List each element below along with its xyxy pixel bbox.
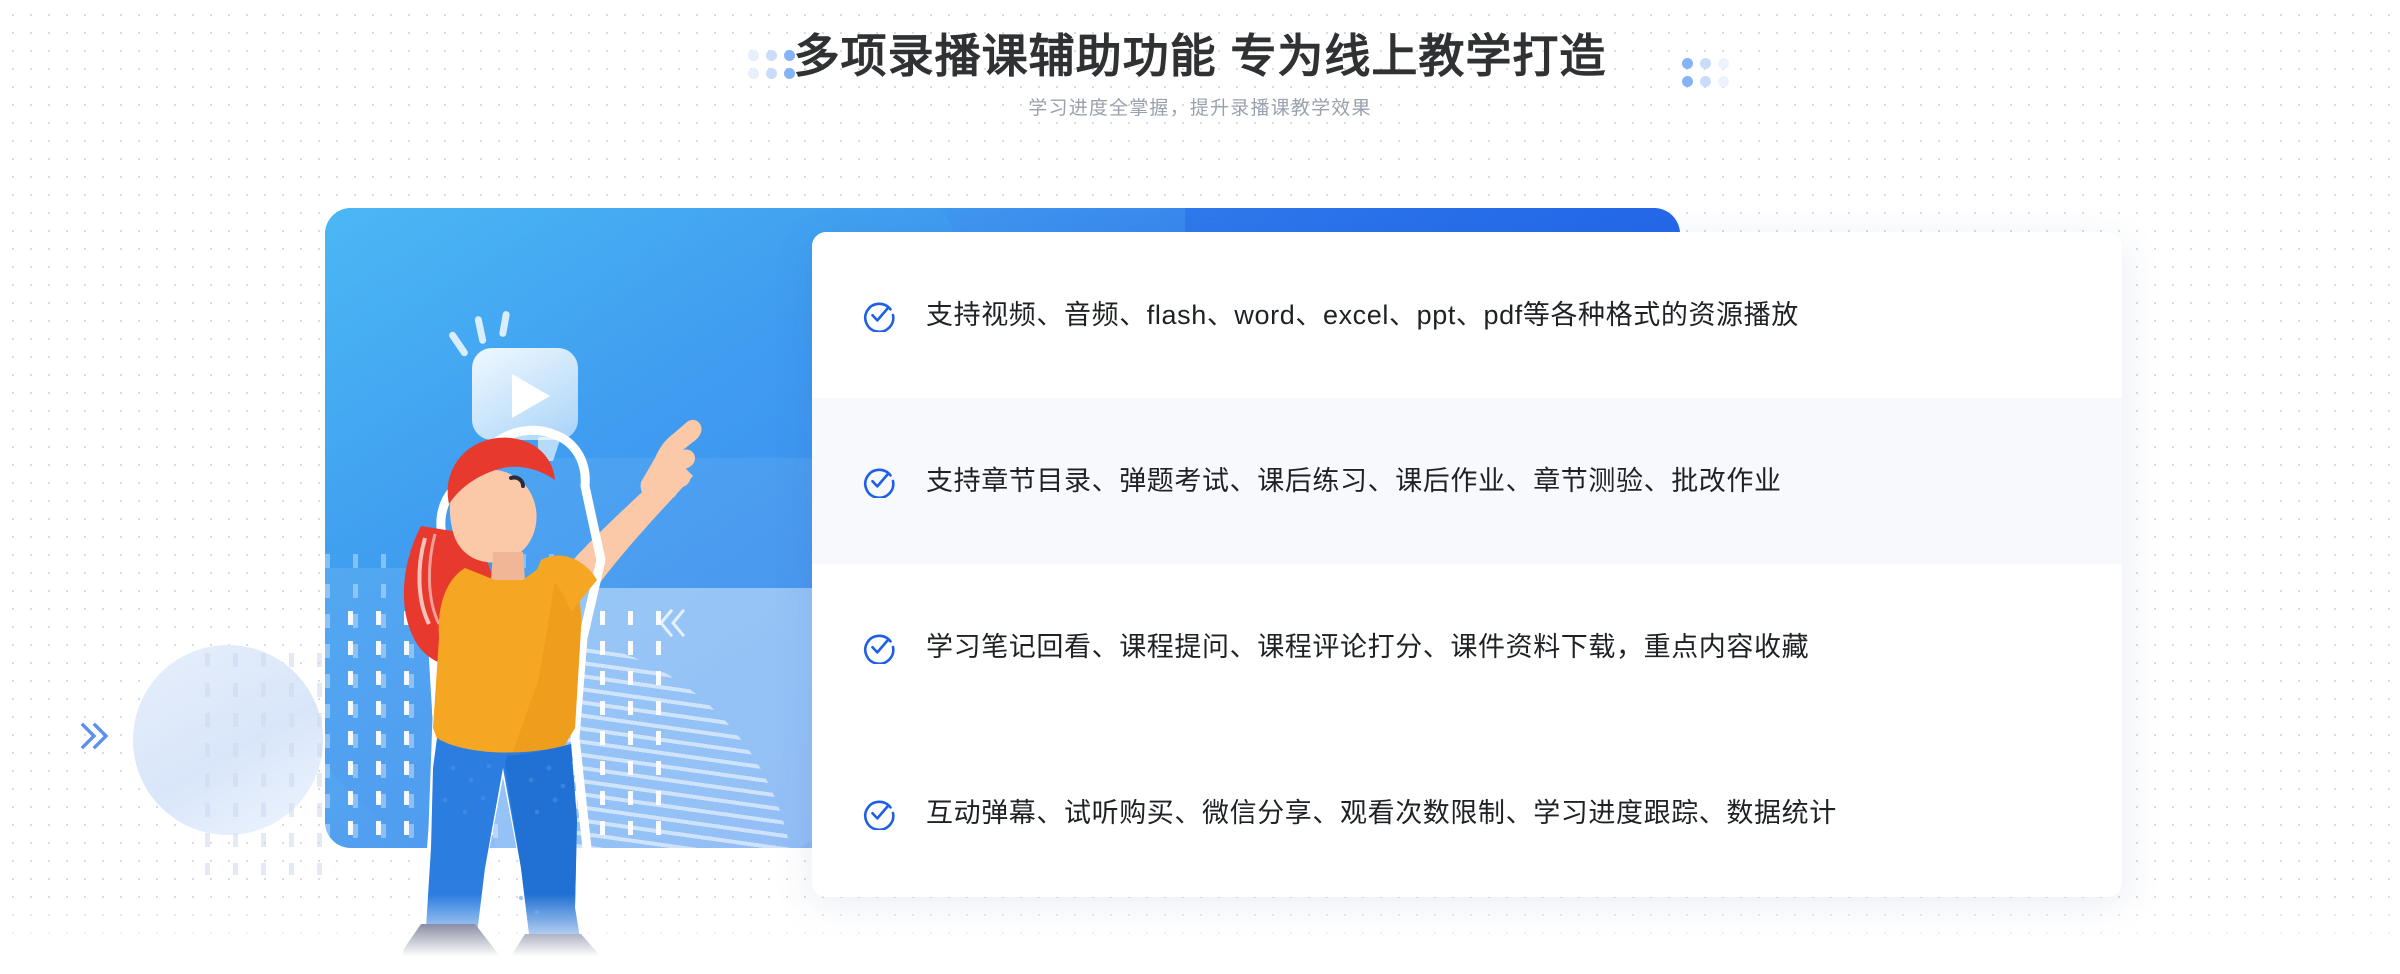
- feature-row[interactable]: 支持视频、音频、flash、word、excel、ppt、pdf等各种格式的资源…: [812, 232, 2122, 398]
- figure-neck: [491, 552, 525, 580]
- dot: [1682, 76, 1693, 87]
- dot: [1718, 58, 1729, 69]
- decorative-dash-pattern: [205, 645, 345, 875]
- page-root: 多项录播课辅助功能 专为线上教学打造 学习进度全掌握，提升录播课教学效果 支持视…: [0, 0, 2400, 974]
- feature-text: 支持章节目录、弹题考试、课后练习、课后作业、章节测验、批改作业: [926, 466, 1782, 496]
- dot: [1718, 76, 1729, 87]
- check-circle-icon: [864, 468, 895, 498]
- figure-shoe-right: [511, 934, 611, 974]
- check-circle-icon: [864, 634, 895, 664]
- feature-row[interactable]: 互动弹幕、试听购买、微信分享、观看次数限制、学习进度跟踪、数据统计: [812, 730, 2122, 896]
- dot: [1682, 58, 1693, 69]
- check-circle-icon: [864, 302, 895, 332]
- dot: [766, 68, 777, 79]
- page-subtitle: 学习进度全掌握，提升录播课教学效果: [1028, 98, 1372, 119]
- figure-shoe-left: [403, 924, 503, 974]
- page-title: 多项录播课辅助功能 专为线上教学打造: [793, 30, 1607, 82]
- feature-text: 支持视频、音频、flash、word、excel、ppt、pdf等各种格式的资源…: [926, 300, 1799, 330]
- figure-hand: [640, 419, 702, 500]
- feature-list-card: 支持视频、音频、flash、word、excel、ppt、pdf等各种格式的资源…: [812, 232, 2122, 897]
- dot: [784, 68, 795, 79]
- dot: [1700, 58, 1711, 69]
- decorative-dot-cluster-left: [748, 50, 795, 79]
- feature-text: 学习笔记回看、课程提问、课程评论打分、课件资料下载，重点内容收藏: [926, 632, 1810, 662]
- feature-row[interactable]: 支持章节目录、弹题考试、课后练习、课后作业、章节测验、批改作业: [812, 398, 2122, 564]
- feature-row[interactable]: 学习笔记回看、课程提问、课程评论打分、课件资料下载，重点内容收藏: [812, 564, 2122, 730]
- double-chevron-right-icon: [80, 722, 109, 750]
- decorative-dot-cluster-right: [1682, 58, 1729, 87]
- dot: [766, 50, 777, 61]
- feature-text: 互动弹幕、试听购买、微信分享、观看次数限制、学习进度跟踪、数据统计: [926, 798, 1837, 828]
- dot: [748, 68, 759, 79]
- dot: [748, 50, 759, 61]
- dot: [1700, 76, 1711, 87]
- section-header: 多项录播课辅助功能 专为线上教学打造 学习进度全掌握，提升录播课教学效果: [0, 0, 2400, 122]
- check-circle-icon: [864, 800, 895, 830]
- dot: [784, 50, 795, 61]
